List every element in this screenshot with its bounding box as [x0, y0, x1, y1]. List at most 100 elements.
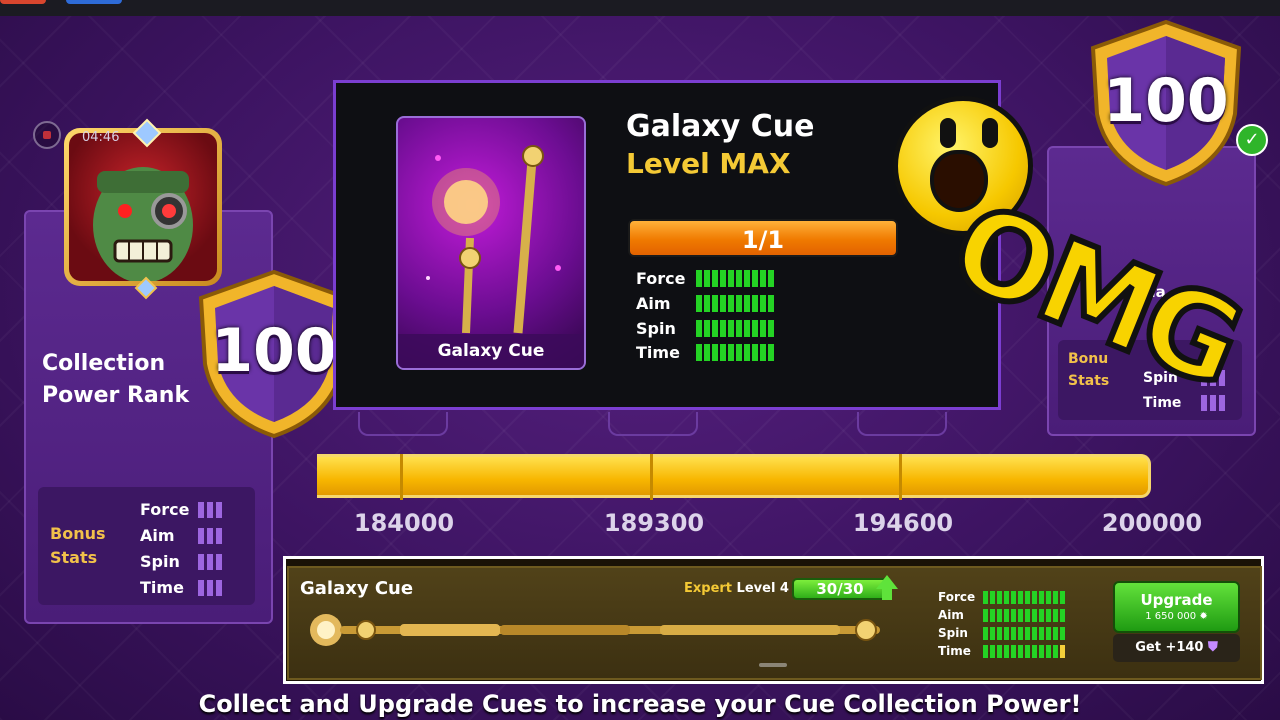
stat-segment: [1046, 590, 1051, 604]
track-tick: [650, 454, 653, 500]
galaxy-cue-icon: [426, 145, 561, 334]
level-text: Level 4: [736, 581, 789, 596]
stat-segment: [696, 344, 702, 361]
drag-handle[interactable]: [759, 663, 787, 667]
bonus-label-line-2: Stats: [50, 548, 98, 567]
coin-icon: ✹: [1199, 611, 1208, 622]
stat-segment: [736, 344, 742, 361]
right-rank-value: 100: [1103, 66, 1229, 136]
stat-segment: [736, 320, 742, 337]
row-stat-spin: Spin: [938, 626, 1065, 640]
stat-segment: [1053, 590, 1058, 604]
stat-segment: [720, 320, 726, 337]
top-secondary-button[interactable]: [66, 0, 122, 4]
stat-segment: [704, 295, 710, 312]
stat-bar: [696, 270, 774, 287]
stat-segment: [1046, 608, 1051, 622]
stat-segment: [752, 270, 758, 287]
top-bar: [0, 0, 1280, 16]
cue-title: Galaxy Cue: [626, 109, 815, 144]
stat-segment: [752, 344, 758, 361]
stat-segment: [1053, 644, 1058, 658]
stat-segment: [744, 344, 750, 361]
stat-segment: [1060, 626, 1065, 640]
stat-segment: [720, 295, 726, 312]
stat-segment: [1039, 608, 1044, 622]
stat-name: Time: [938, 644, 971, 658]
track-tick: [400, 454, 403, 500]
stat-segment: [1004, 644, 1009, 658]
right-bonus-line-2: Stats: [1068, 373, 1110, 389]
player-avatar[interactable]: [64, 128, 222, 286]
stat-name: Time: [140, 578, 184, 597]
stat-segment: [1032, 608, 1037, 622]
stat-segment: [752, 320, 758, 337]
milestone-marker: [857, 412, 947, 436]
emoji-eye-left: [940, 118, 956, 148]
stat-row-aim: Aim: [140, 526, 222, 545]
milestone-label: 194600: [852, 509, 954, 537]
stat-segment: [997, 608, 1002, 622]
recording-timer: 04:46: [82, 130, 120, 145]
stat-segment: [728, 344, 734, 361]
stat-segment: [1018, 644, 1023, 658]
get-power-button[interactable]: Get +140 ⛊: [1113, 634, 1240, 662]
stat-segment: [728, 270, 734, 287]
top-left-button[interactable]: [0, 0, 46, 4]
stat-segment: [1011, 590, 1016, 604]
stat-name: Spin: [636, 319, 676, 338]
upgrade-cost-value: 1 650 000: [1145, 611, 1197, 622]
footer-caption: Collect and Upgrade Cues to increase you…: [198, 690, 1082, 718]
panel-title-line-1: Collection: [42, 351, 166, 376]
stat-segment: [983, 626, 988, 640]
stat-segment: [1018, 608, 1023, 622]
stat-segment: [1060, 590, 1065, 604]
collection-power-track: [317, 454, 1151, 498]
stat-segment: [983, 644, 988, 658]
stat-segment: [1025, 626, 1030, 640]
stat-segment: [1039, 626, 1044, 640]
panel-title: Collection Power Rank: [42, 348, 189, 412]
stat-name: Spin: [938, 626, 968, 640]
stat-bar: [983, 608, 1065, 622]
stat-segment: [712, 270, 718, 287]
stat-bar: [696, 344, 774, 361]
stat-row-time: Time: [140, 578, 222, 597]
stat-segment: [768, 270, 774, 287]
stat-segment: [1039, 590, 1044, 604]
record-indicator[interactable]: [33, 121, 61, 149]
stat-segment: [752, 295, 758, 312]
stat-segment: [1025, 590, 1030, 604]
stat-segment: [712, 295, 718, 312]
cue-card[interactable]: Galaxy Cue: [396, 116, 586, 370]
stat-segment: [768, 344, 774, 361]
stat-segment: [760, 270, 766, 287]
stat-name: Force: [636, 269, 686, 288]
stat-name: Spin: [140, 552, 180, 571]
stat-segment: [704, 344, 710, 361]
avatar-image: [69, 133, 217, 281]
stat-name: Aim: [140, 526, 175, 545]
stat-bars: [198, 553, 222, 570]
stat-bars: [198, 527, 222, 544]
stat-segment: [736, 295, 742, 312]
upgrade-button[interactable]: Upgrade 1 650 000 ✹: [1113, 581, 1240, 633]
stat-name: Force: [140, 500, 190, 519]
monster-portrait-icon: [93, 167, 193, 281]
stat-bars: [198, 579, 222, 596]
stat-segment: [1053, 626, 1058, 640]
stat-segment: [696, 270, 702, 287]
stat-bars: [198, 501, 222, 518]
stat-name: Time: [636, 343, 680, 362]
stat-segment: [1004, 626, 1009, 640]
milestone-marker: [608, 412, 698, 436]
stat-segment: [704, 270, 710, 287]
cue-details-popup: Galaxy Cue Galaxy Cue Level MAX 1/1 Forc…: [333, 80, 1001, 410]
bonus-stats-label: Bonus Stats: [50, 522, 106, 570]
stat-segment: [983, 608, 988, 622]
small-gem-icon: [134, 276, 158, 300]
cue-progress-bar: 1/1: [628, 219, 898, 257]
rank-value: 100: [211, 316, 337, 386]
cue-level: Level MAX: [626, 147, 791, 180]
stat-segment: [1004, 608, 1009, 622]
